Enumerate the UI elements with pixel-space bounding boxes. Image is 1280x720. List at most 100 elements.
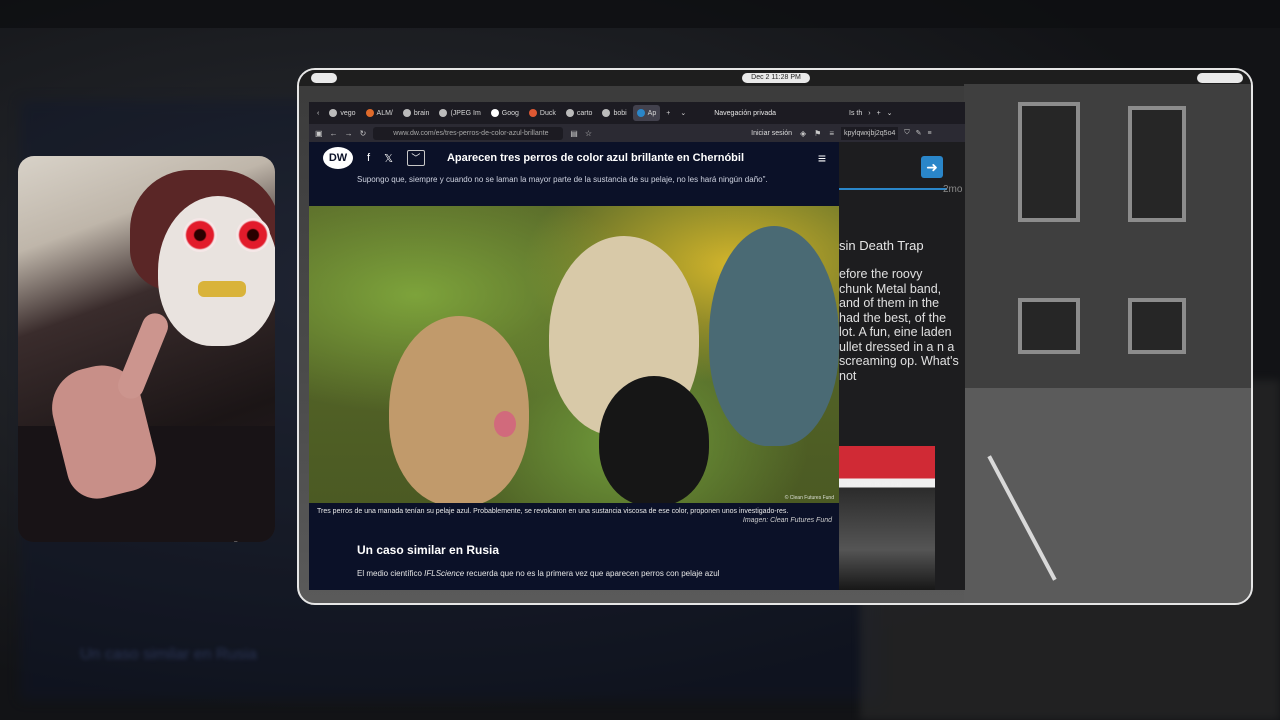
article-quote: Supongo que, siempre y cuando no se lama… — [357, 175, 768, 184]
caption-text: Tres perros de una manada tenían su pela… — [317, 508, 789, 515]
sidebar-icon[interactable]: ▣ — [315, 129, 323, 138]
tab-active[interactable]: Ap — [632, 105, 661, 121]
photo-watermark: © Clean Futures Fund — [784, 495, 834, 501]
post-time: 2mo — [943, 184, 963, 195]
para-suffix: recuerda que no es la primera vez que ap… — [464, 569, 720, 578]
album-cover[interactable]: wisconsin death trap — [839, 446, 935, 590]
building-window — [1128, 106, 1186, 222]
tab[interactable]: carto — [562, 105, 597, 121]
dog-black — [599, 376, 709, 503]
article-paragraph: El medio científico IFLScience recuerda … — [309, 563, 840, 578]
pocket-icon[interactable]: ◈ — [800, 129, 806, 138]
tab-favicon-icon — [528, 109, 537, 117]
tab-label: vego — [340, 109, 356, 117]
tab[interactable]: brain — [399, 105, 434, 121]
login-icon[interactable]: ➜ — [921, 156, 943, 178]
background-heading: Un caso similar en Rusia — [80, 646, 257, 663]
tab[interactable]: (JPEG Im — [435, 105, 484, 121]
tab-strip: ‹ vego ALM/ brain (JPEG Im Goog Duck car… — [309, 102, 840, 124]
pointing-finger — [114, 309, 172, 403]
forward-icon[interactable]: → — [345, 129, 353, 138]
secondary-tab[interactable]: Is th — [849, 110, 862, 117]
tab[interactable]: bobi — [598, 105, 630, 121]
dog-blue — [709, 226, 839, 446]
right-eye — [236, 218, 270, 252]
parking-lot — [964, 388, 1251, 603]
share-dropdown-icon[interactable]: ﹀ — [406, 150, 425, 166]
dw-header: DW f 𝕏 ﹀ Aparecen tres perros de color a… — [309, 142, 840, 174]
left-eye — [183, 218, 217, 252]
dw-logo[interactable]: DW — [323, 147, 353, 169]
secondary-tab-strip: Is th › + ⌄ — [839, 102, 965, 124]
source-name[interactable]: IFLScience — [424, 569, 464, 578]
extension-icon[interactable]: ✎ — [916, 129, 922, 137]
photo-caption: Tres perros de una manada tenían su pela… — [309, 503, 840, 529]
tab[interactable]: Goog — [487, 105, 523, 121]
building-window — [1128, 298, 1186, 354]
menu-icon[interactable]: ≡ — [829, 129, 834, 138]
signin-button[interactable]: Iniciar sesión — [751, 130, 792, 137]
parking-line — [987, 455, 1057, 581]
browser-window: ‹ vego ALM/ brain (JPEG Im Goog Duck car… — [309, 102, 840, 590]
image-credit: Imagen: Clean Futures Fund — [742, 517, 832, 524]
tab-favicon-icon — [565, 109, 574, 117]
reload-icon[interactable]: ↻ — [360, 129, 367, 138]
bookmark-icon[interactable]: ☆ — [585, 129, 592, 138]
post-body: efore the roovy chunk Metal band, and of… — [839, 267, 959, 383]
tab-favicon-icon — [402, 109, 411, 117]
tab-list-icon[interactable]: ⌄ — [887, 109, 893, 117]
system-tray[interactable] — [1197, 73, 1243, 83]
new-tab-icon[interactable]: + — [662, 105, 674, 121]
dog-tan — [389, 316, 529, 503]
tab-label: brain — [413, 109, 430, 117]
webcam-overlay: ✝ — [18, 156, 275, 542]
back-icon[interactable]: ← — [330, 129, 338, 138]
url-bar[interactable]: www.dw.com/es/tres-perros-de-color-azul-… — [373, 126, 564, 140]
back-tabs-icon[interactable]: ‹ — [313, 105, 323, 121]
tab-list-icon[interactable]: ⌄ — [676, 105, 690, 121]
tab-label: (JPEG Im — [450, 109, 481, 117]
tab-label: Ap — [647, 109, 657, 117]
tab[interactable]: ALM/ — [362, 105, 397, 121]
tab-favicon-icon — [439, 109, 448, 117]
shield-icon[interactable]: ⛉ — [904, 129, 909, 137]
article-photo[interactable]: © Clean Futures Fund — [309, 206, 840, 503]
tab[interactable]: vego — [325, 105, 359, 121]
tab[interactable]: Duck — [525, 105, 560, 121]
tab-favicon-icon — [490, 109, 499, 117]
nav-bar: ▣ ← → ↻ www.dw.com/es/tres-perros-de-col… — [309, 124, 840, 142]
secondary-url-bar[interactable]: kpylqwxjbj2q5o4 — [841, 126, 899, 140]
hamburger-menu-icon[interactable]: ≡ — [818, 150, 826, 166]
building-window — [1018, 298, 1080, 354]
album-label: wisconsin death trap — [847, 482, 902, 488]
mask-teeth — [198, 281, 246, 297]
tab-favicon-icon — [365, 109, 374, 117]
divider — [839, 188, 947, 190]
tab-favicon-icon — [329, 109, 338, 117]
reader-icon[interactable]: ▤ — [570, 129, 578, 138]
secondary-content: ➜ 2mo sin Death Trap efore the roovy chu… — [839, 142, 965, 590]
tab-favicon-icon — [602, 109, 611, 117]
tab-label: ALM/ — [376, 109, 393, 117]
extension-icon[interactable]: ⚑ — [814, 129, 821, 138]
menu-icon[interactable]: ≡ — [928, 130, 932, 137]
tab-label: Goog — [501, 109, 519, 117]
building-window — [1018, 102, 1080, 222]
tab-scroll-icon[interactable]: › — [868, 110, 870, 117]
para-prefix: El medio científico — [357, 569, 425, 578]
private-browsing-label: Navegación privada — [714, 109, 777, 117]
article-subheading: Un caso similar en Rusia — [357, 543, 500, 557]
tab-label: bobi — [613, 109, 627, 117]
screen-frame: Dec 2 11:28 PM ‹ vego ALM/ brain (JPEG I… — [297, 68, 1253, 605]
article-header-title: Aparecen tres perros de color azul brill… — [446, 152, 745, 164]
new-tab-icon[interactable]: + — [877, 110, 881, 117]
background-top-bar — [0, 0, 1280, 28]
activities-pill[interactable] — [311, 73, 337, 83]
dog-tongue — [494, 411, 516, 437]
clock[interactable]: Dec 2 11:28 PM — [742, 73, 810, 83]
x-icon[interactable]: 𝕏 — [384, 152, 393, 165]
cross-pendant-icon: ✝ — [224, 536, 247, 542]
tab-label: Duck — [539, 109, 556, 117]
secondary-nav-bar: kpylqwxjbj2q5o4 ⛉ ✎ ≡ — [839, 124, 965, 142]
facebook-icon[interactable]: f — [367, 152, 370, 164]
